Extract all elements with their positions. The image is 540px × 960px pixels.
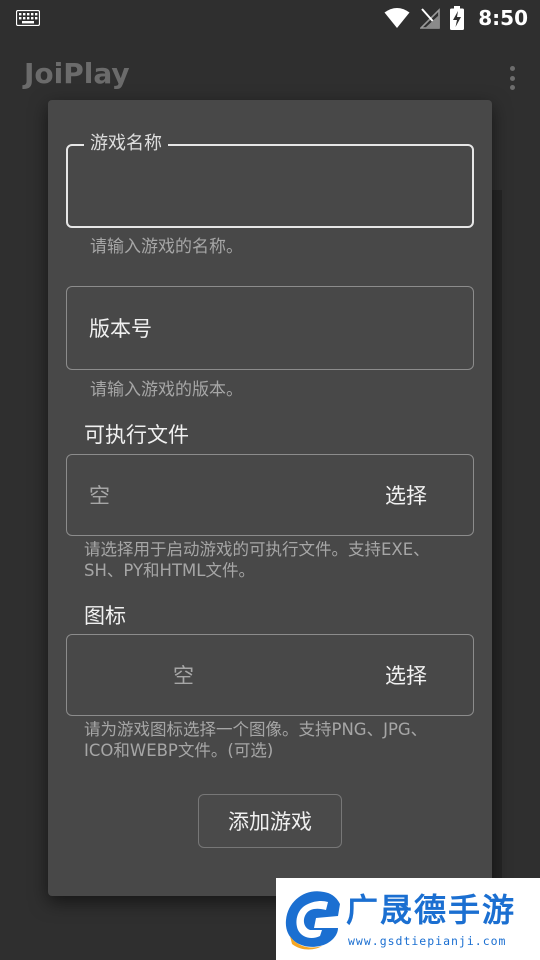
add-game-button[interactable]: 添加游戏 [198,794,342,848]
icon-select-button[interactable]: 选择 [385,635,427,715]
watermark-logo-icon [285,891,340,950]
game-name-helper: 请输入游戏的名称。 [90,237,243,257]
watermark-title: 广晟德手游 [346,891,517,929]
add-game-dialog: 游戏名称 请输入游戏的名称。 版本号 请输入游戏的版本。 可执行文件 空 选择 … [48,100,492,896]
executable-select-button[interactable]: 选择 [385,455,427,535]
icon-label: 图标 [84,604,126,628]
executable-helper: 请选择用于启动游戏的可执行文件。支持EXE、SH、PY和HTML文件。 [84,540,430,580]
executable-label: 可执行文件 [84,423,189,447]
overflow-dot [509,85,515,90]
icon-value: 空 [173,664,194,688]
no-signal-icon [420,8,441,29]
screen: 8:50 JoiPlay 游戏名称 请输入游戏的名称。 版本号 请输入游戏的版本… [0,0,540,960]
overflow-dot [509,75,515,81]
version-field[interactable]: 版本号 [66,286,474,370]
icon-helper: 请为游戏图标选择一个图像。支持PNG、JPG、ICO和WEBP文件。(可选) [84,720,428,760]
version-helper: 请输入游戏的版本。 [90,380,243,400]
status-icons: 8:50 [384,0,528,36]
version-label: 版本号 [89,317,152,341]
overflow-dot [509,66,515,71]
app-title: JoiPlay [24,57,130,90]
wifi-icon [384,8,410,28]
executable-picker[interactable]: 空 选择 [66,454,474,536]
keyboard-icon [16,10,40,26]
icon-picker[interactable]: 空 选择 [66,634,474,716]
status-bar: 8:50 [0,0,540,36]
battery-charging-icon [450,6,465,30]
more-vert-icon[interactable] [504,62,520,94]
game-name-label: 游戏名称 [84,132,168,156]
watermark: 广晟德手游 www.gsdtiepianji.com [276,878,540,960]
game-name-field[interactable]: 游戏名称 [66,132,474,228]
status-time: 8:50 [478,6,528,30]
executable-value: 空 [89,484,110,508]
background-shadow [492,190,502,880]
watermark-url: www.gsdtiepianji.com [348,934,507,948]
